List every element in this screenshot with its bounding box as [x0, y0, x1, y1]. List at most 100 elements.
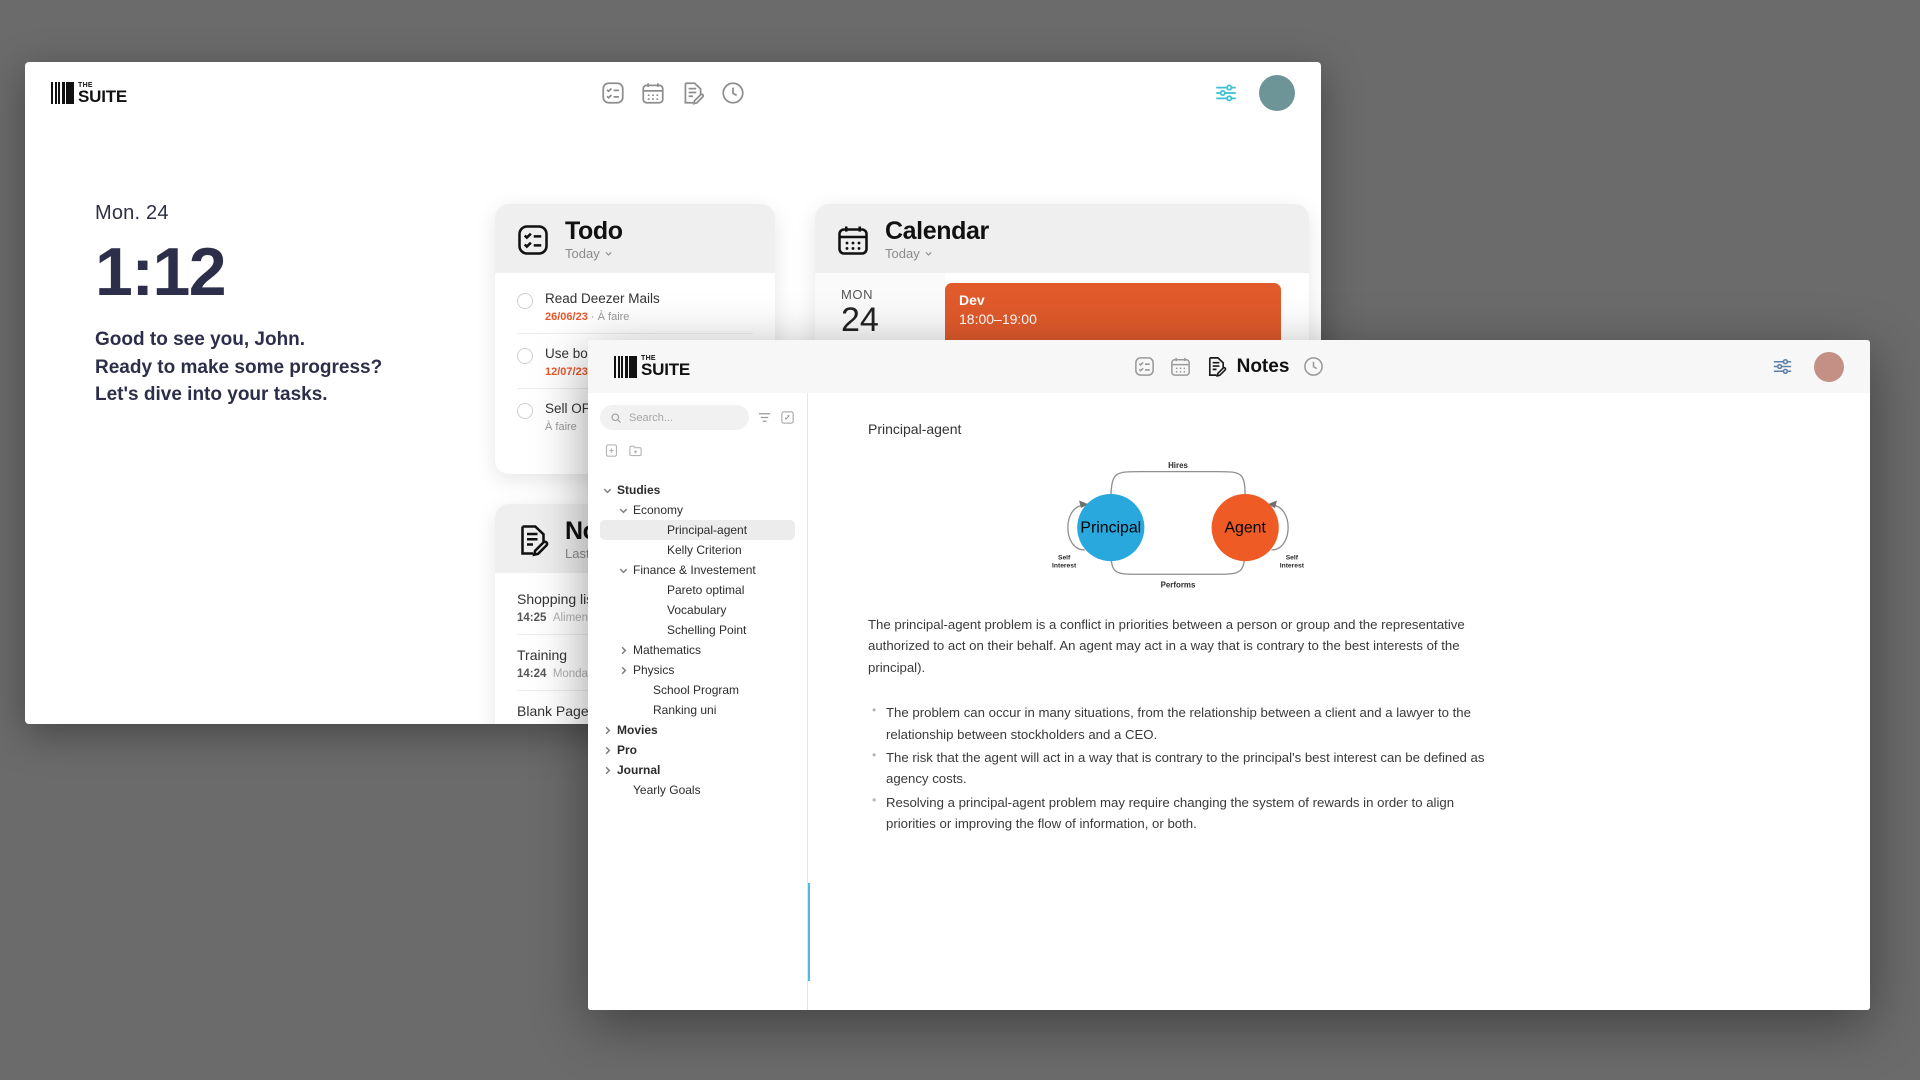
chevron-right-icon[interactable] [618, 665, 629, 676]
note-bullet-item: The risk that the agent will act in a wa… [868, 746, 1488, 790]
active-section-label: Notes [1236, 355, 1290, 377]
sliders-icon[interactable] [1213, 80, 1239, 106]
notes-sidebar: Studies Economy Principal-agent Kelly Crite… [588, 393, 808, 1010]
note-bullet-item: The problem can occur in many situations… [868, 701, 1488, 745]
chevron-down-icon[interactable] [618, 505, 629, 516]
tree-item-yearly-goals[interactable]: Yearly Goals [600, 780, 795, 800]
logo-bars-icon [51, 82, 74, 104]
tree-item-journal[interactable]: Journal [600, 760, 795, 780]
diagram-node-principal-label: Principal [1080, 519, 1141, 536]
todo-item-name: Read Deezer Mails [545, 291, 660, 307]
chevron-down-icon [925, 252, 932, 257]
app-logo[interactable]: THE SUITE [51, 82, 127, 105]
search-icon [611, 412, 621, 423]
tree-item-physics[interactable]: Physics [600, 660, 795, 680]
calendar-day-number: 24 [841, 301, 879, 340]
notes-window-topbar: THE SUITE Notes [588, 340, 1870, 393]
note-item-time: 14:24 [517, 668, 547, 681]
avatar[interactable] [1259, 75, 1295, 111]
todo-checkbox[interactable] [517, 293, 533, 310]
tree-item-label: Ranking uni [653, 703, 717, 717]
hero-date: Mon. 24 [95, 202, 169, 224]
app-logo[interactable]: THE SUITE [614, 355, 690, 378]
avatar[interactable] [1814, 351, 1844, 382]
calendar-card-filter[interactable]: Today [885, 246, 989, 261]
tree-item-label: Finance & Investement [633, 563, 756, 577]
tree-item-label: Movies [617, 723, 658, 737]
todo-item-name: Sell OP [545, 401, 591, 417]
chevron-right-icon[interactable] [602, 765, 613, 776]
todo-checkbox[interactable] [517, 403, 533, 420]
editor-right-gutter [1650, 393, 1870, 1010]
notes-tree: Studies Economy Principal-agent Kelly Crite… [600, 480, 795, 800]
tree-item-label: Kelly Criterion [667, 543, 742, 557]
greeting-line-1: Good to see you, John. [95, 329, 306, 351]
chevron-down-icon[interactable] [602, 485, 613, 496]
greeting-line-2: Ready to make some progress? [95, 356, 383, 378]
tree-item-pareto-optimal[interactable]: Pareto optimal [600, 580, 795, 600]
clock-icon[interactable] [720, 80, 746, 106]
todo-item-status: À faire [545, 421, 577, 434]
chevron-right-icon[interactable] [618, 645, 629, 656]
search-input[interactable] [629, 411, 739, 424]
dashboard-toolbar-icons [25, 80, 1321, 106]
todo-card-filter[interactable]: Today [565, 246, 623, 261]
chevron-right-icon[interactable] [602, 745, 613, 756]
filter-icon[interactable] [757, 410, 772, 425]
principal-agent-diagram: Hires Performs Self Interest Self Intere… [1038, 447, 1318, 602]
todo-item-date: 26/06/23 [545, 311, 588, 324]
calendar-card-filter-label: Today [885, 246, 920, 262]
notes-icon[interactable] [1205, 355, 1228, 378]
tree-item-studies[interactable]: Studies [600, 480, 795, 500]
diagram-edge-hires: Hires [1168, 461, 1188, 470]
note-bullet-list: The problem can occur in many situations… [868, 701, 1488, 835]
todo-checkbox[interactable] [517, 348, 533, 365]
clock-icon[interactable] [1302, 355, 1325, 378]
notes-icon [521, 524, 549, 557]
calendar-card-title: Calendar [885, 217, 989, 245]
dashboard-topbar: THE SUITE [25, 62, 1321, 124]
tree-item-label: Vocabulary [667, 603, 727, 617]
note-editor[interactable]: Principal-agent Hires Performs Self Inte… [808, 393, 1650, 1010]
tree-item-economy[interactable]: Economy [600, 500, 795, 520]
text-caret [808, 883, 810, 981]
tree-item-vocabulary[interactable]: Vocabulary [600, 600, 795, 620]
tree-item-label: Studies [617, 483, 661, 497]
new-folder-icon[interactable] [628, 443, 643, 458]
todo-icon[interactable] [1133, 355, 1156, 378]
tree-item-label: Principal-agent [667, 523, 748, 537]
note-bullet-item: Resolving a principal-agent problem may … [868, 791, 1488, 835]
calendar-icon[interactable] [640, 80, 666, 106]
expand-icon[interactable] [780, 410, 795, 425]
todo-item[interactable]: Read Deezer Mails 26/06/23 · À faire [517, 279, 753, 335]
tree-item-schelling-point[interactable]: Schelling Point [600, 620, 795, 640]
new-note-icon[interactable] [604, 443, 619, 458]
tree-item-principal-agent[interactable]: Principal-agent [600, 520, 795, 540]
diagram-label-self-right-1: Self [1286, 554, 1299, 561]
hero-greeting: Mon. 24 1:12 Good to see you, John. Read… [95, 202, 382, 409]
tree-item-finance-investement[interactable]: Finance & Investement [600, 560, 795, 580]
notes-icon[interactable] [680, 80, 706, 106]
tree-item-ranking-uni[interactable]: Ranking uni [600, 700, 795, 720]
chevron-down-icon [605, 252, 612, 257]
tree-item-label: Economy [633, 503, 684, 517]
calendar-icon[interactable] [1169, 355, 1192, 378]
todo-card-filter-label: Today [565, 246, 600, 262]
search-box[interactable] [600, 405, 749, 430]
note-title: Principal-agent [868, 421, 962, 437]
tree-item-pro[interactable]: Pro [600, 740, 795, 760]
tree-item-kelly-criterion[interactable]: Kelly Criterion [600, 540, 795, 560]
tree-item-mathematics[interactable]: Mathematics [600, 640, 795, 660]
note-paragraph: The principal-agent problem is a conflic… [868, 617, 1465, 675]
sliders-icon[interactable] [1771, 355, 1794, 378]
logo-bars-icon [614, 355, 637, 378]
todo-item-status: À faire [597, 311, 630, 324]
tree-item-label: Schelling Point [667, 623, 747, 637]
chevron-right-icon[interactable] [602, 725, 613, 736]
chevron-down-icon[interactable] [618, 565, 629, 576]
tree-item-movies[interactable]: Movies [600, 720, 795, 740]
todo-icon[interactable] [600, 80, 626, 106]
tree-item-school-program[interactable]: School Program [600, 680, 795, 700]
tree-item-label: Physics [633, 663, 675, 677]
todo-card-header: Todo Today [495, 204, 775, 274]
